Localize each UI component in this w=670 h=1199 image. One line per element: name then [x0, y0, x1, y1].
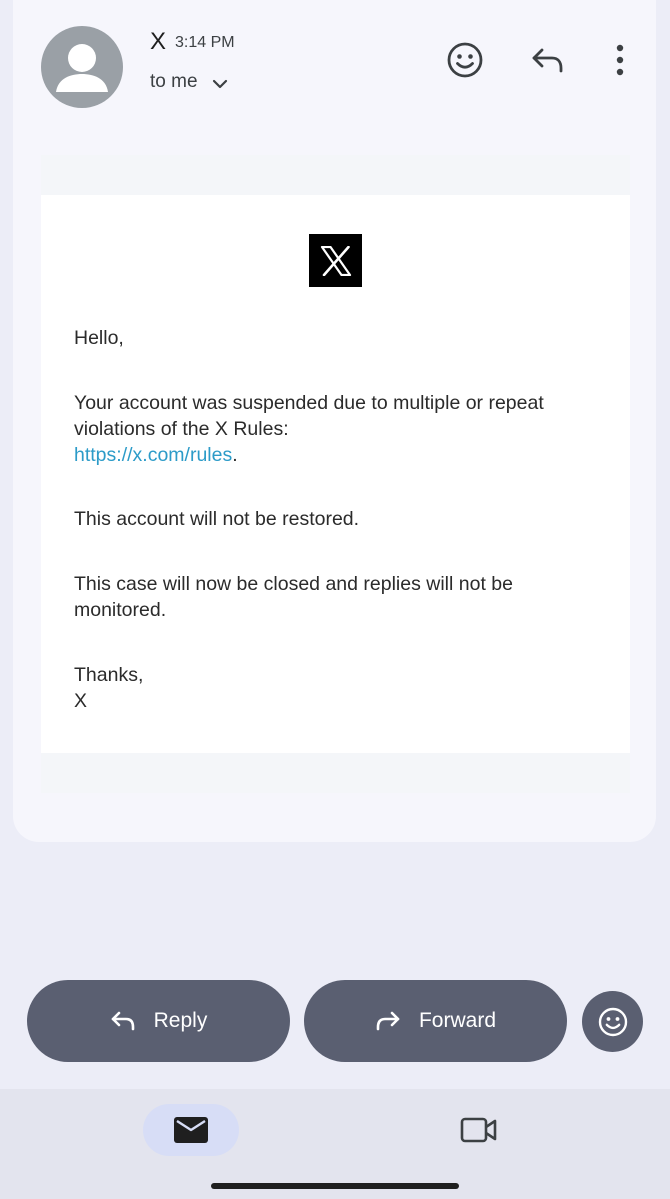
person-icon — [56, 44, 108, 92]
reply-icon-button[interactable] — [528, 40, 568, 80]
reply-label: Reply — [153, 1009, 208, 1032]
sender-avatar[interactable] — [41, 26, 123, 108]
reply-button[interactable]: Reply — [27, 980, 290, 1062]
bottom-navigation — [0, 1089, 670, 1199]
forward-button[interactable]: Forward — [304, 980, 567, 1062]
mail-icon — [174, 1117, 208, 1143]
reply-arrow-icon — [110, 1010, 136, 1032]
link-period: . — [232, 444, 238, 466]
smiley-icon — [598, 1007, 627, 1036]
video-icon — [460, 1117, 497, 1143]
more-vert-icon — [616, 44, 624, 76]
rules-link[interactable]: https://x.com/rules — [74, 444, 232, 466]
recipient-details-toggle[interactable]: to me — [150, 70, 228, 94]
chevron-down-icon — [212, 73, 228, 95]
received-time: 3:14 PM — [175, 34, 235, 51]
reply-arrow-icon — [532, 48, 563, 73]
nav-mail-tab[interactable] — [143, 1104, 239, 1156]
x-logo-icon — [320, 245, 351, 276]
forward-label: Forward — [418, 1009, 497, 1032]
gesture-home-bar[interactable] — [211, 1183, 459, 1189]
email-signoff-block: Thanks, X — [74, 662, 594, 714]
forward-arrow-icon — [375, 1010, 401, 1032]
smiley-icon — [447, 42, 483, 78]
emoji-reaction-button[interactable] — [582, 991, 643, 1052]
nav-meet-tab[interactable] — [449, 1109, 509, 1151]
recipient-label: to me — [150, 71, 198, 92]
email-greeting: Hello, — [74, 327, 124, 349]
suspension-text: Your account was suspended due to multip… — [74, 392, 544, 440]
add-reaction-button[interactable] — [445, 40, 485, 80]
email-signature: X — [74, 690, 88, 712]
email-paragraph-restore: This account will not be restored. — [74, 508, 360, 530]
email-signoff: Thanks, — [74, 664, 144, 686]
email-body: Hello, Your account was suspended due to… — [41, 195, 630, 753]
email-paragraph-closed: This case will now be closed and replies… — [74, 573, 513, 621]
more-options-button[interactable] — [600, 40, 640, 80]
x-logo — [309, 234, 362, 287]
sender-name: X — [150, 28, 167, 55]
email-paragraph-suspension: Your account was suspended due to multip… — [74, 390, 594, 468]
